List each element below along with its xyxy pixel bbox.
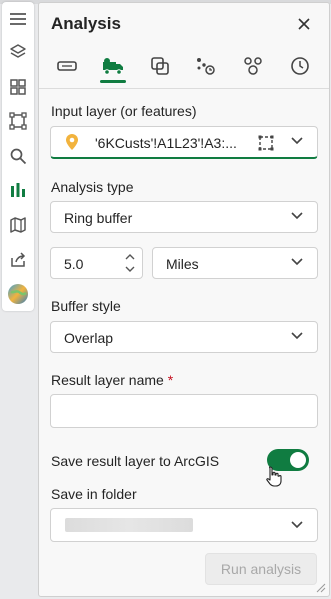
globe-icon[interactable] [6,282,30,306]
input-layer-field[interactable]: '6KCusts'!A1L23'!A3:... [50,126,318,159]
analysis-type-value: Ring buffer [64,210,133,226]
chevron-down-icon [291,212,303,220]
basemap-gallery-icon[interactable] [6,75,30,99]
clock-tab-icon[interactable] [282,47,318,85]
close-icon[interactable] [293,13,315,35]
distance-unit-value: Miles [166,256,199,272]
left-toolbar [2,2,34,311]
chevron-down-icon [291,137,303,145]
hand-cursor-icon [265,465,283,492]
run-analysis-button[interactable]: Run analysis [205,553,317,585]
cluster-tab-icon[interactable] [235,47,271,85]
overlay-tab-icon[interactable] [142,47,178,85]
search-icon[interactable] [6,144,30,168]
hamburger-menu-icon[interactable] [6,7,30,31]
map-icon[interactable] [6,213,30,237]
select-rectangle-icon[interactable] [6,109,30,133]
input-layer-label: Input layer (or features) [51,103,197,119]
required-marker: * [167,372,174,388]
chevron-down-icon [291,521,303,529]
input-layer-value: '6KCusts'!A1L23'!A3:... [95,135,237,151]
route-points-tab-icon[interactable] [188,47,224,85]
delivery-truck-tab-icon[interactable] [95,47,131,85]
buffer-tab-icon[interactable] [49,47,85,85]
distance-unit-select[interactable]: Miles [152,247,318,279]
distance-stepper[interactable]: 5.0 [50,247,143,279]
buffer-style-value: Overlap [64,330,114,346]
map-pin-icon [63,133,81,156]
distance-value: 5.0 [64,256,84,272]
result-layer-label-text: Result layer name [51,372,164,388]
chevron-down-icon [291,332,303,340]
save-folder-label: Save in folder [51,486,137,502]
toggle-knob [290,452,306,468]
folder-name-redacted [65,518,193,532]
resize-grip-icon[interactable] [316,583,326,593]
save-to-arcgis-label: Save result layer to ArcGIS [51,453,220,469]
panel-title: Analysis [51,14,121,33]
tabs-divider [39,88,329,89]
spin-arrows-icon[interactable] [125,253,135,273]
analysis-panel: Analysis Input layer (or features) '6KCu… [38,2,330,597]
analysis-type-label: Analysis type [51,179,134,195]
result-layer-name-input[interactable] [50,394,318,428]
analysis-bar-chart-icon[interactable] [6,178,30,202]
analysis-tabs [39,47,329,87]
analysis-type-select[interactable]: Ring buffer [50,201,318,233]
buffer-style-label: Buffer style [51,298,121,314]
layers-icon[interactable] [6,40,30,64]
buffer-style-select[interactable]: Overlap [50,321,318,353]
chevron-down-icon [291,258,303,266]
share-icon[interactable] [6,248,30,272]
result-layer-label: Result layer name * [51,372,173,388]
select-features-icon[interactable] [258,135,274,156]
save-folder-select[interactable] [50,508,318,542]
